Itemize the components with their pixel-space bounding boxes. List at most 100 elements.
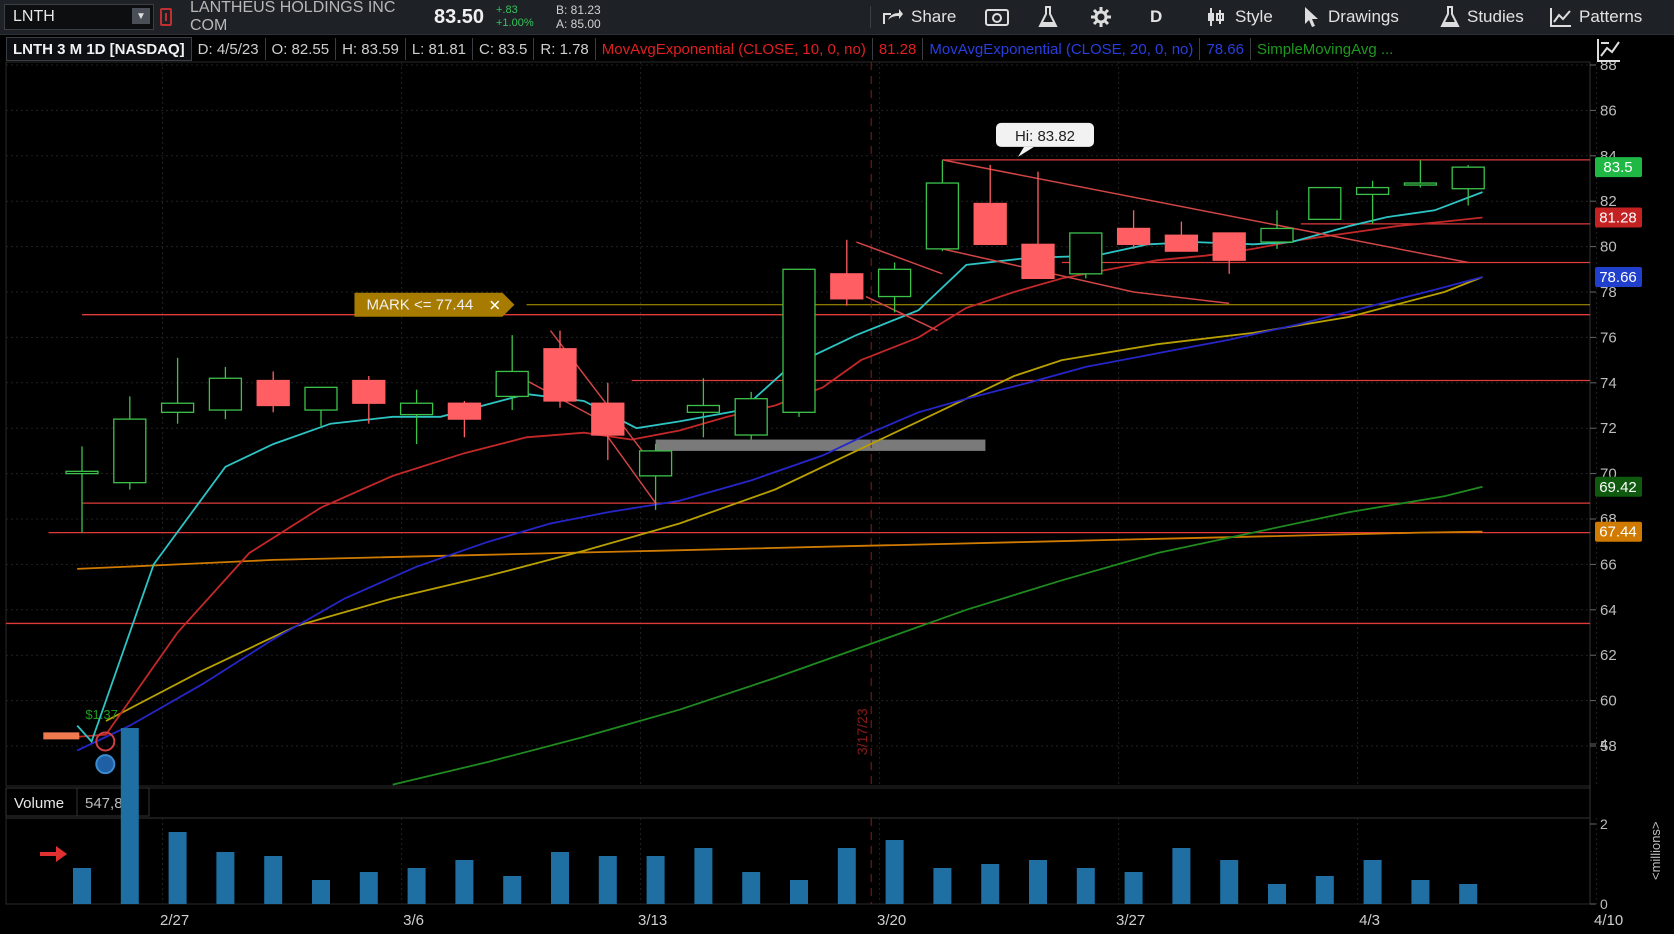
candle-body[interactable] bbox=[113, 418, 147, 484]
volume-bar[interactable] bbox=[216, 852, 235, 904]
candle-body[interactable] bbox=[543, 348, 577, 402]
volume-tick-label: 4 bbox=[1600, 736, 1608, 752]
header-close: C: 83.5 bbox=[473, 38, 535, 60]
candle-body[interactable] bbox=[877, 268, 912, 298]
candle-body[interactable] bbox=[160, 402, 195, 413]
y-tick-label: 60 bbox=[1600, 693, 1617, 710]
symbol-text[interactable]: LNTH bbox=[5, 8, 55, 26]
volume-bar[interactable] bbox=[981, 864, 1000, 904]
candle-body[interactable] bbox=[1164, 234, 1199, 252]
volume-bar[interactable] bbox=[551, 852, 569, 904]
chart-title[interactable]: LNTH 3 M 1D [NASDAQ] bbox=[6, 37, 192, 61]
bid-value: B: 81.23 bbox=[556, 3, 601, 17]
volume-bar[interactable] bbox=[1220, 860, 1239, 904]
volume-bar[interactable] bbox=[1411, 880, 1430, 904]
volume-bar[interactable] bbox=[790, 880, 808, 904]
candle-body[interactable] bbox=[638, 450, 673, 477]
chart-header: LNTH 3 M 1D [NASDAQ] D: 4/5/23 O: 82.55 … bbox=[6, 37, 1399, 61]
volume-bar[interactable] bbox=[933, 868, 952, 904]
volume-bar[interactable] bbox=[1029, 860, 1047, 904]
y-tick-label: 72 bbox=[1600, 420, 1617, 437]
volume-bar[interactable] bbox=[885, 840, 904, 904]
candle-body[interactable] bbox=[447, 402, 482, 420]
price-change: +.83 +1.00% bbox=[496, 4, 556, 30]
study-sma-label[interactable]: SimpleMovingAvg ... bbox=[1251, 38, 1399, 60]
volume-bar[interactable] bbox=[1076, 868, 1095, 904]
volume-bar[interactable] bbox=[503, 876, 522, 904]
candle-body[interactable] bbox=[925, 182, 960, 250]
share-button[interactable]: Share bbox=[882, 0, 956, 34]
candle-body[interactable] bbox=[65, 470, 99, 475]
candle-body[interactable] bbox=[1308, 186, 1342, 221]
style-button[interactable]: Style bbox=[1206, 0, 1273, 34]
header-open: O: 82.55 bbox=[266, 38, 337, 60]
drawings-button[interactable]: Drawings bbox=[1303, 0, 1399, 34]
period-button[interactable]: D bbox=[1150, 0, 1162, 34]
candle-body[interactable] bbox=[352, 379, 386, 404]
volume-bar[interactable] bbox=[1268, 884, 1286, 904]
candle-body[interactable] bbox=[973, 202, 1007, 245]
candle-body[interactable] bbox=[1116, 227, 1151, 245]
pattern-chart-icon bbox=[1550, 8, 1571, 27]
candle-body[interactable] bbox=[256, 379, 290, 407]
earnings-label: $1.37 bbox=[85, 707, 118, 722]
candle-body[interactable] bbox=[830, 273, 864, 300]
volume-bar[interactable] bbox=[312, 880, 330, 904]
candle-body[interactable] bbox=[304, 386, 338, 411]
y-tick-label: 86 bbox=[1600, 102, 1617, 119]
volume-bar[interactable] bbox=[646, 856, 665, 904]
candle-body[interactable] bbox=[495, 370, 529, 398]
chart-canvas[interactable]: 2/27 3/6 3/13 3/20 3/27 4/3 4/1058606264666870… bbox=[0, 0, 1674, 934]
header-date: D: 4/5/23 bbox=[192, 38, 266, 60]
volume-bar[interactable] bbox=[1363, 860, 1382, 904]
gray-zone[interactable] bbox=[655, 439, 986, 451]
screenshot-button[interactable] bbox=[985, 0, 1016, 34]
chevron-down-icon[interactable]: ▼ bbox=[132, 8, 150, 24]
volume-bar[interactable] bbox=[73, 868, 91, 904]
candle-body[interactable] bbox=[734, 398, 768, 436]
volume-bar[interactable] bbox=[694, 848, 713, 904]
symbol-selector[interactable]: LNTH ▼ bbox=[4, 4, 154, 30]
study-ema10-label[interactable]: MovAvgExponential (CLOSE, 10, 0, no) bbox=[596, 38, 873, 60]
volume-bar[interactable] bbox=[455, 860, 474, 904]
chart-side-button[interactable] bbox=[1595, 36, 1623, 69]
ask-value: A: 85.00 bbox=[556, 17, 601, 31]
volume-bar[interactable] bbox=[1172, 848, 1191, 904]
volume-bar[interactable] bbox=[168, 832, 187, 904]
candle-body[interactable] bbox=[1212, 232, 1246, 261]
volume-bar[interactable] bbox=[1459, 884, 1478, 904]
y-tick-label: 74 bbox=[1600, 375, 1617, 392]
volume-bar[interactable] bbox=[407, 868, 426, 904]
candle-body[interactable] bbox=[591, 402, 625, 436]
volume-bar[interactable] bbox=[359, 872, 378, 904]
studies-button[interactable]: Studies bbox=[1440, 0, 1524, 34]
earnings-icon[interactable] bbox=[95, 754, 116, 775]
volume-bar[interactable] bbox=[264, 856, 283, 904]
y-tick-label: 66 bbox=[1600, 556, 1617, 573]
candle-body[interactable] bbox=[1021, 243, 1055, 280]
thinkback-button[interactable] bbox=[1038, 0, 1065, 34]
volume-bar[interactable] bbox=[742, 872, 761, 904]
bid-ask: B: 81.23 A: 85.00 bbox=[556, 3, 626, 31]
volume-bar[interactable] bbox=[1124, 872, 1143, 904]
volume-bar[interactable] bbox=[1315, 876, 1334, 904]
hi-label-text: Hi: 83.82 bbox=[1015, 128, 1075, 145]
candle-body[interactable] bbox=[1451, 166, 1485, 190]
price-panel bbox=[5, 61, 1591, 787]
camera-icon bbox=[985, 9, 1009, 26]
candle-body[interactable] bbox=[399, 402, 434, 416]
candle-body[interactable] bbox=[1355, 186, 1390, 196]
patterns-button[interactable]: Patterns bbox=[1550, 0, 1642, 34]
alert-icon[interactable] bbox=[160, 8, 172, 26]
candle-body[interactable] bbox=[208, 377, 243, 411]
candle-body[interactable] bbox=[1403, 182, 1438, 186]
candle-body[interactable] bbox=[782, 268, 816, 413]
volume-bar[interactable] bbox=[120, 728, 139, 904]
candle-body[interactable] bbox=[686, 404, 721, 413]
volume-bar[interactable] bbox=[598, 856, 617, 904]
candle-body[interactable] bbox=[1260, 227, 1294, 243]
volume-bar[interactable] bbox=[837, 848, 856, 904]
settings-button[interactable] bbox=[1090, 0, 1119, 34]
study-ema20-label[interactable]: MovAvgExponential (CLOSE, 20, 0, no) bbox=[923, 38, 1201, 60]
candle-body[interactable] bbox=[1069, 232, 1103, 275]
